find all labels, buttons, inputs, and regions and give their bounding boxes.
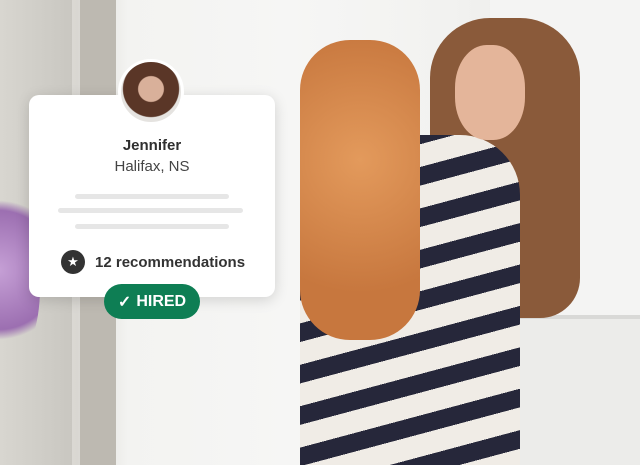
profile-name: Jennifer [122,137,182,154]
profile-card: Jennifer Halifax, NS ★ 12 recommendation… [29,95,275,297]
recommendations-count: 12 recommendations [95,253,246,271]
woman-face [455,45,525,140]
recommendations: ★ 12 recommendations [61,250,245,274]
placeholder-line [58,208,243,213]
placeholder-line [75,194,229,199]
profile-location: Halifax, NS [114,158,190,175]
placeholder-line [75,224,229,229]
avatar [118,59,184,125]
hired-label: HIRED [136,292,187,310]
check-icon: ✓ [117,293,132,311]
hired-badge: ✓ HIRED [104,284,200,319]
star-icon: ★ [61,250,85,274]
orange-cat [300,40,420,340]
